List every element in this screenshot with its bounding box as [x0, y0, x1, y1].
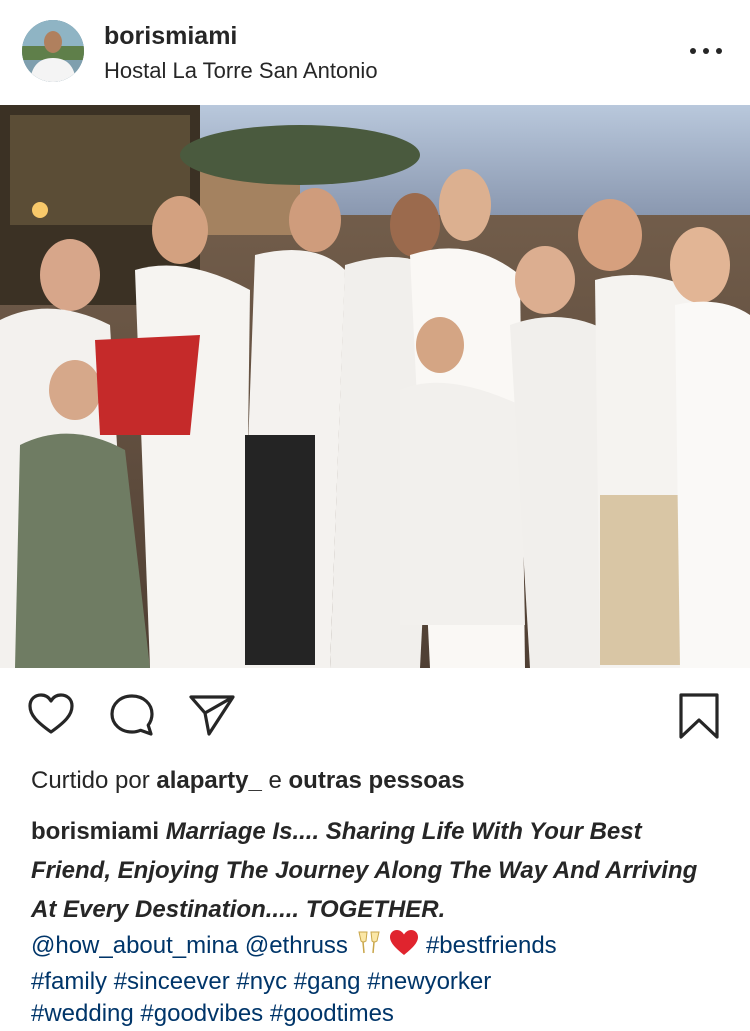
likes-prefix: Curtido por: [31, 767, 150, 794]
likes-summary: Curtido por alaparty_ e outras pessoas: [31, 767, 465, 795]
action-bar: [0, 668, 750, 768]
post-username[interactable]: borismiami: [104, 22, 237, 51]
paper-plane-icon[interactable]: [188, 692, 236, 743]
red-heart-emoji: [389, 929, 419, 966]
heart-outline-icon[interactable]: [27, 692, 75, 741]
caption-username[interactable]: borismiami: [31, 818, 159, 845]
post-photo[interactable]: [0, 105, 750, 668]
hashtag-link[interactable]: #bestfriends: [426, 932, 557, 959]
post-location[interactable]: Hostal La Torre San Antonio: [104, 58, 378, 84]
mention-link[interactable]: @how_about_mina: [31, 932, 238, 959]
post-header: borismiami Hostal La Torre San Antonio: [0, 0, 750, 105]
liked-by-user[interactable]: alaparty_: [156, 767, 261, 794]
likes-others[interactable]: outras pessoas: [289, 767, 465, 794]
clinking-glasses-emoji: [355, 929, 383, 966]
hashtag-line[interactable]: #wedding #goodvibes #goodtimes: [31, 998, 731, 1030]
caption-tags: @how_about_mina @ethruss #bestfriends #f…: [31, 929, 731, 1030]
comment-bubble-icon[interactable]: [108, 692, 156, 743]
avatar[interactable]: [22, 20, 84, 82]
likes-connector: e: [268, 767, 282, 794]
mention-link[interactable]: @ethruss: [245, 932, 348, 959]
post-caption: borismiami Marriage Is.... Sharing Life …: [31, 812, 721, 929]
more-options-icon[interactable]: [690, 36, 722, 66]
hashtag-line[interactable]: #family #sinceever #nyc #gang #newyorker: [31, 966, 731, 998]
bookmark-icon[interactable]: [678, 692, 720, 745]
